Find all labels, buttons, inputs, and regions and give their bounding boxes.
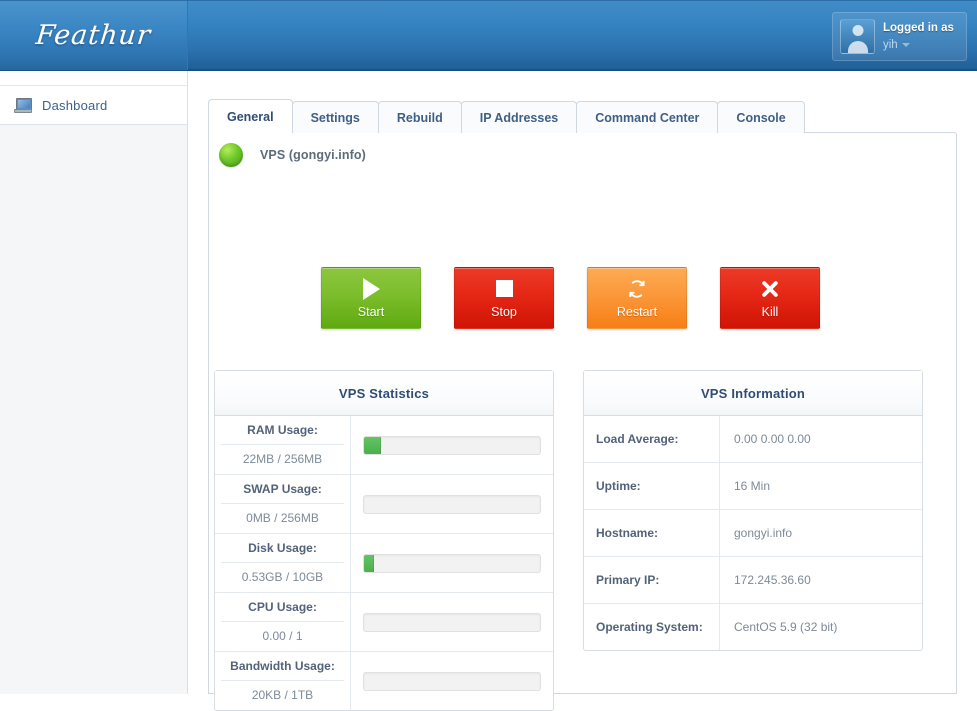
bandwidth-usage-bar [363, 671, 541, 691]
vps-statistics-title: VPS Statistics [215, 371, 553, 416]
sidebar: Dashboard [0, 71, 188, 694]
vps-action-buttons: Start Stop Restart Kill [321, 267, 820, 329]
stat-label-cell: Disk Usage: 0.53GB / 10GB [215, 534, 351, 592]
start-button-label: Start [357, 304, 385, 319]
disk-usage-bar [363, 553, 541, 573]
start-button[interactable]: Start [321, 267, 421, 329]
table-row: Operating System: CentOS 5.9 (32 bit) [584, 604, 922, 650]
info-value: 0.00 0.00 0.00 [734, 432, 811, 446]
table-row: RAM Usage: 22MB / 256MB [215, 416, 553, 475]
stop-square-icon [493, 278, 515, 300]
chevron-down-icon [901, 42, 910, 47]
table-row: Bandwidth Usage: 20KB / 1TB [215, 652, 553, 710]
stat-bar-cell [351, 534, 553, 592]
info-value: CentOS 5.9 (32 bit) [734, 620, 838, 634]
active-tab-seam [209, 131, 276, 133]
stat-label-cell: SWAP Usage: 0MB / 256MB [215, 475, 351, 533]
tab-bar: General Settings Rebuild IP Addresses Co… [208, 99, 805, 133]
tab-general[interactable]: General [208, 99, 293, 133]
app-header: Feathur Logged in as yih [0, 0, 977, 71]
vps-status-label: VPS (gongyi.info) [260, 148, 366, 162]
app-logo-text: Feathur [34, 20, 153, 51]
stat-key: Disk Usage: [248, 541, 317, 555]
play-icon [360, 277, 382, 300]
restart-button[interactable]: Restart [587, 267, 687, 329]
stop-button-label: Stop [491, 304, 517, 319]
stat-value: 0.53GB / 10GB [221, 562, 344, 584]
cpu-usage-bar [363, 612, 541, 632]
user-menu-labels: Logged in as yih [883, 21, 954, 52]
info-value: 172.245.36.60 [734, 573, 811, 587]
stop-button[interactable]: Stop [454, 267, 554, 329]
stat-bar-cell [351, 416, 553, 474]
table-row: Load Average: 0.00 0.00 0.00 [584, 416, 922, 463]
logged-in-as-label: Logged in as [883, 22, 954, 35]
tab-settings[interactable]: Settings [291, 101, 379, 133]
stat-key: CPU Usage: [248, 600, 317, 614]
stat-label-cell: RAM Usage: 22MB / 256MB [215, 416, 351, 474]
info-key: Hostname: [584, 510, 720, 556]
sidebar-item-dashboard[interactable]: Dashboard [0, 86, 187, 125]
table-row: CPU Usage: 0.00 / 1 [215, 593, 553, 652]
username-label: yih [883, 38, 898, 51]
table-row: SWAP Usage: 0MB / 256MB [215, 475, 553, 534]
table-row: Uptime: 16 Min [584, 463, 922, 510]
stat-value: 0.00 / 1 [221, 621, 344, 643]
table-row: Primary IP: 172.245.36.60 [584, 557, 922, 604]
info-key: Primary IP: [584, 557, 720, 603]
stat-value: 22MB / 256MB [221, 444, 344, 466]
tab-command-center[interactable]: Command Center [576, 101, 719, 133]
close-x-icon [759, 278, 781, 300]
general-panel: VPS (gongyi.info) Start Stop Restart Kil… [208, 132, 957, 711]
stat-bar-cell [351, 475, 553, 533]
table-row: Hostname: gongyi.info [584, 510, 922, 557]
ram-usage-bar [363, 435, 541, 455]
vps-information-table: VPS Information Load Average: 0.00 0.00 … [583, 370, 923, 651]
info-key: Operating System: [584, 604, 720, 650]
vps-status: VPS (gongyi.info) [219, 143, 366, 167]
vps-statistics-table: VPS Statistics RAM Usage: 22MB / 256MB S… [214, 370, 554, 711]
green-status-dot-icon [219, 143, 243, 167]
sidebar-top-strip [0, 71, 187, 86]
user-avatar-icon [840, 19, 875, 54]
info-value: 16 Min [734, 479, 771, 493]
tab-console[interactable]: Console [717, 101, 805, 133]
user-menu[interactable]: Logged in as yih [832, 12, 967, 61]
table-row: Disk Usage: 0.53GB / 10GB [215, 534, 553, 593]
computer-monitor-icon [14, 97, 32, 113]
kill-button-label: Kill [761, 304, 779, 319]
kill-button[interactable]: Kill [720, 267, 820, 329]
main-content: General Settings Rebuild IP Addresses Co… [188, 71, 977, 711]
refresh-icon [626, 278, 648, 300]
stat-bar-cell [351, 593, 553, 651]
stat-value: 0MB / 256MB [221, 503, 344, 525]
tab-rebuild[interactable]: Rebuild [377, 101, 462, 133]
stat-key: SWAP Usage: [243, 482, 322, 496]
sidebar-item-label: Dashboard [42, 97, 108, 113]
stat-label-cell: CPU Usage: 0.00 / 1 [215, 593, 351, 651]
info-value: gongyi.info [734, 526, 793, 540]
stat-key: Bandwidth Usage: [230, 659, 335, 673]
stat-key: RAM Usage: [247, 423, 318, 437]
stat-value: 20KB / 1TB [221, 680, 344, 702]
restart-button-label: Restart [616, 304, 658, 319]
tab-ip-addresses[interactable]: IP Addresses [460, 101, 578, 133]
stat-bar-cell [351, 652, 553, 710]
stat-label-cell: Bandwidth Usage: 20KB / 1TB [215, 652, 351, 710]
vps-information-title: VPS Information [584, 371, 922, 416]
info-key: Uptime: [584, 463, 720, 509]
app-logo[interactable]: Feathur [0, 1, 188, 70]
swap-usage-bar [363, 494, 541, 514]
info-key: Load Average: [584, 416, 720, 462]
username-dropdown[interactable]: yih [883, 38, 954, 52]
